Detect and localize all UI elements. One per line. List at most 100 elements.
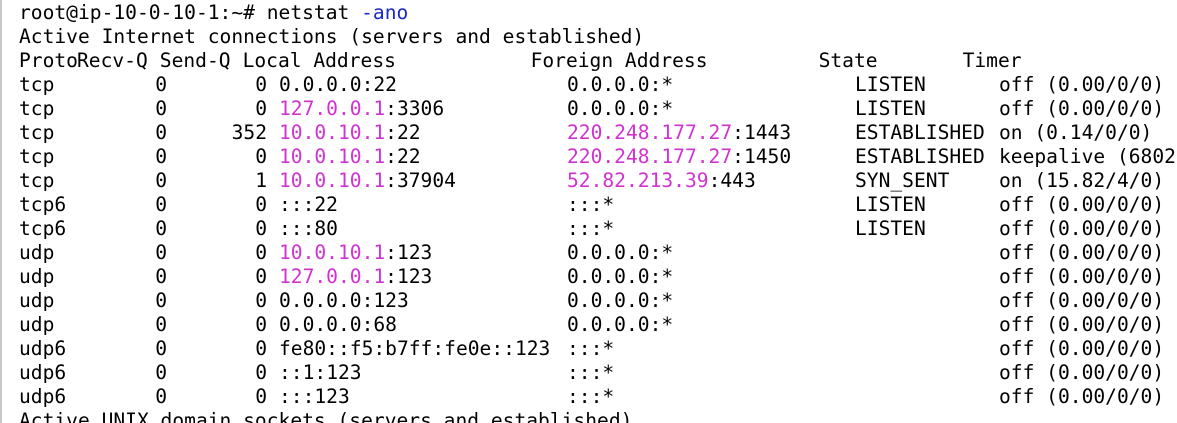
row-proto: tcp [19,121,55,144]
row-local-ip: ::: [279,385,315,408]
row-foreign-ip: ::: [567,337,603,360]
row-local-address: ::1:123 [279,361,567,385]
row-recvq: 0 [155,337,167,360]
row-timer: off (0.00/0/0) [999,217,1165,240]
row-recvq: 0 [155,169,167,192]
row-local-address: 0.0.0.0:68 [279,313,567,337]
row-foreign-ip: ::: [567,217,603,240]
row-sendq: 0 [255,97,267,120]
table-row: tcp 0 0 10.0.10.1:22 220.248.177.27:1450 ESTA… [19,145,1177,169]
row-foreign-ip: 0.0.0.0 [567,73,650,96]
row-foreign-port: * [602,217,615,240]
row-recvq: 0 [155,73,167,96]
header-timer: Timer [962,49,1022,72]
header-state: State [818,49,878,72]
row-local-address: 0.0.0.0:22 [279,73,567,97]
row-sendq: 0 [255,361,267,384]
row-local-ip: ::: [279,217,315,240]
prompt-line: root@ip-10-0-10-1:~# netstat -ano [19,1,1177,25]
row-foreign-ip: 52.82.213.39 [567,169,709,192]
row-foreign-ip: 0.0.0.0 [567,289,650,312]
row-local-ip: ::: [279,193,315,216]
row-sendq: 0 [255,385,267,408]
row-local-ip: 0.0.0.0 [279,73,362,96]
prompt-option: -ano [361,1,409,24]
row-local-port: :123 [361,289,409,312]
row-foreign-ip: ::: [567,193,603,216]
row-local-port: :123 [385,265,433,288]
row-proto: udp [19,313,55,336]
row-foreign-address: 0.0.0.0:* [567,97,855,121]
row-proto: tcp [19,97,55,120]
row-timer: keepalive (6802.1 [999,145,1177,168]
row-local-port: :22 [385,121,421,144]
inet-section-title: Active Internet connections (servers and… [19,25,645,48]
row-state: LISTEN [855,193,926,216]
row-foreign-address: 0.0.0.0:* [567,265,855,289]
row-local-ip: 0.0.0.0 [279,313,362,336]
table-header: ProtoRecv-Q Send-Q Local Address Foreign Ad… [19,49,1177,73]
row-foreign-port: * [602,385,615,408]
row-foreign-port: :* [649,73,674,96]
row-timer: off (0.00/0/0) [999,337,1165,360]
table-row: tcp6 0 0:::22:::* LISTEN off (0.00/0/0) [19,193,1177,217]
row-foreign-ip: 0.0.0.0 [567,313,650,336]
row-foreign-ip: ::: [567,385,603,408]
table-row: tcp 0 352 10.0.10.1:22 220.248.177.27:1443 ES… [19,121,1177,145]
row-foreign-address: 0.0.0.0:* [567,241,855,265]
row-proto: tcp [19,73,55,96]
row-foreign-port: :1450 [732,145,792,168]
row-local-ip: fe80::f5:b7ff:fe0e:: [279,337,515,360]
row-local-address: fe80::f5:b7ff:fe0e::123 [279,337,567,361]
header-sendq: Send-Q [160,49,231,73]
row-foreign-port: :* [649,241,674,264]
row-recvq: 0 [155,385,167,408]
row-foreign-address: :::* [567,337,855,361]
row-recvq: 0 [155,241,167,264]
row-state: LISTEN [855,97,926,120]
row-foreign-port: * [602,337,615,360]
row-local-ip: 10.0.10.1 [279,145,386,168]
row-local-port: :3306 [385,97,445,120]
row-recvq: 0 [155,313,167,336]
row-timer: off (0.00/0/0) [999,289,1165,312]
row-recvq: 0 [155,145,167,168]
row-local-address: 10.0.10.1:22 [279,145,567,169]
row-foreign-port: * [602,361,615,384]
row-timer: off (0.00/0/0) [999,385,1165,408]
row-local-address: 10.0.10.1:123 [279,241,567,265]
row-timer: off (0.00/0/0) [999,313,1165,336]
row-sendq: 0 [255,193,267,216]
row-foreign-address: 220.248.177.27:1450 [567,145,855,169]
header-recvq: Recv-Q [77,49,148,73]
table-row: udp 0 0 10.0.10.1:123 0.0.0.0:* off (0.00/0/0… [19,241,1177,265]
row-proto: udp6 [19,361,67,384]
row-foreign-port: :443 [708,169,756,192]
row-foreign-ip: ::: [567,361,603,384]
row-local-ip: 10.0.10.1 [279,121,386,144]
table-row: udp6 0 0 fe80::f5:b7ff:fe0e::123:::* off (0.… [19,337,1177,361]
row-foreign-address: 0.0.0.0:* [567,289,855,313]
table-row: udp 0 0 127.0.0.1:123 0.0.0.0:* off (0.00/0/0… [19,265,1177,289]
row-sendq: 0 [255,265,267,288]
row-proto: tcp6 [19,217,67,240]
row-local-ip: 127.0.0.1 [279,97,386,120]
prompt-command: netstat [266,1,350,24]
table-row: udp 0 0 0.0.0.0:123 0.0.0.0:* off (0.00/0/0) [19,289,1177,313]
row-proto: tcp [19,169,55,192]
row-local-address: :::22 [279,193,567,217]
row-foreign-ip: 0.0.0.0 [567,97,650,120]
row-foreign-address: 52.82.213.39:443 [567,169,855,193]
row-local-port: 22 [314,193,338,216]
row-local-address: 127.0.0.1:123 [279,265,567,289]
row-proto: tcp [19,145,55,168]
row-local-ip: 10.0.10.1 [279,241,386,264]
row-local-address: 10.0.10.1:37904 [279,169,567,193]
row-local-address: 0.0.0.0:123 [279,289,567,313]
row-foreign-ip: 220.248.177.27 [567,145,733,168]
row-foreign-address: :::* [567,385,855,409]
row-recvq: 0 [155,361,167,384]
terminal-window[interactable]: root@ip-10-0-10-1:~# netstat -ano Active… [0,0,1177,423]
header-sendq-text: Send-Q [159,49,231,72]
row-foreign-address: :::* [567,361,855,385]
